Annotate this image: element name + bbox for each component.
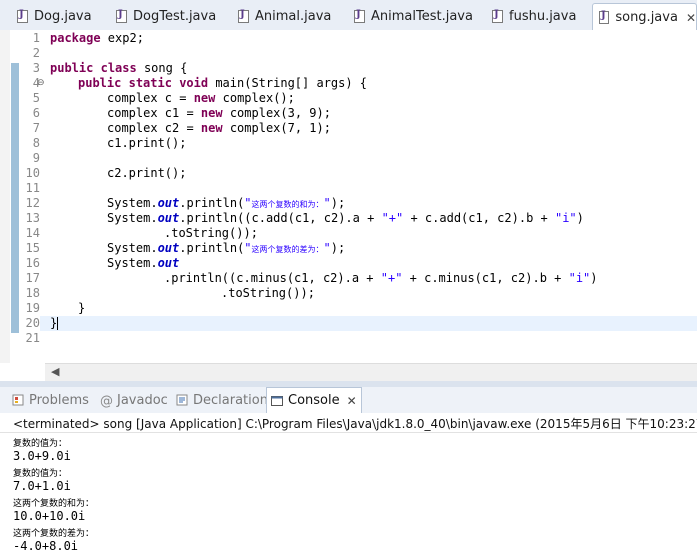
code-editor[interactable]: 1 2 3 4 5 6 7 8 9 10 11 12 13 14 15 16 1… [0, 30, 697, 363]
at-icon: @ [100, 394, 113, 409]
console-line: -4.0+8.0i [13, 539, 79, 553]
code-line: complex c1 = new complex(3, 9); [107, 106, 331, 120]
java-file-icon [599, 10, 610, 24]
code-line: public static void main(String[] args) { [78, 76, 368, 90]
line-number: 9 [32, 151, 40, 165]
tab-animal-java[interactable]: Animal.java [232, 4, 342, 29]
tab-dog-java[interactable]: Dog.java [11, 4, 103, 29]
line-number: 11 [25, 181, 40, 195]
line-number: 5 [32, 91, 40, 105]
console-line: 复数的值为： [13, 439, 68, 449]
code-line: c2.print(); [107, 166, 187, 180]
code-line: c1.print(); [107, 136, 187, 150]
editor-horizontal-scrollbar[interactable]: ◀ [45, 363, 697, 381]
editor-tab-bar: Dog.java DogTest.java Animal.java Animal… [0, 0, 697, 31]
line-number: 1 [32, 31, 40, 45]
tab-fushu-java[interactable]: fushu.java [486, 4, 586, 29]
line-number: 10 [25, 166, 40, 180]
java-file-icon [238, 9, 249, 23]
scroll-left-icon[interactable]: ◀ [51, 365, 59, 378]
panel-tab-bar: Problems @ Javadoc Declaration Console ✕ [0, 387, 697, 414]
declaration-icon [176, 394, 188, 406]
tab-console[interactable]: Console ✕ [266, 387, 362, 413]
line-number: 15 [25, 241, 40, 255]
java-file-icon [116, 9, 127, 23]
code-line: public class song { [50, 61, 188, 75]
tab-animaltest-java[interactable]: AnimalTest.java [348, 4, 483, 29]
code-line: System.out.println((c.add(c1, c2).a + "+… [107, 211, 584, 225]
code-line: } [50, 316, 59, 330]
code-line: complex c2 = new complex(7, 1); [107, 121, 331, 135]
code-line: .println((c.minus(c1, c2).a + "+" + c.mi… [164, 271, 598, 285]
code-line: } [78, 301, 86, 315]
console-line: 3.0+9.0i [13, 449, 71, 463]
change-marker [11, 63, 19, 333]
tab-label: AnimalTest.java [371, 9, 473, 24]
line-number: 8 [32, 136, 40, 150]
line-number: 18 [25, 286, 40, 300]
tab-label: Declaration [193, 392, 268, 408]
java-file-icon [492, 9, 503, 23]
console-icon [271, 395, 283, 407]
console-line: 这两个复数的差为： [13, 529, 95, 539]
line-number: 6 [32, 106, 40, 120]
console-line: 这两个复数的和为： [13, 499, 95, 509]
code-line: .toString()); [164, 226, 258, 240]
tab-label: Problems [29, 392, 89, 408]
fold-collapse-icon[interactable]: ⊖ [37, 78, 45, 88]
line-number: 21 [25, 331, 40, 345]
close-icon[interactable]: ✕ [347, 394, 357, 408]
console-line: 7.0+1.0i [13, 479, 71, 493]
java-file-icon [354, 9, 365, 23]
tab-song-java[interactable]: song.java ✕ [592, 3, 697, 31]
console-line: 10.0+10.0i [13, 509, 86, 523]
tab-label: Animal.java [255, 9, 332, 24]
line-number: 13 [25, 211, 40, 225]
line-number: 7 [32, 121, 40, 135]
tab-javadoc[interactable]: @ Javadoc [100, 387, 168, 413]
tab-dogtest-java[interactable]: DogTest.java [110, 4, 235, 29]
tab-label: DogTest.java [133, 9, 217, 24]
tab-label: Javadoc [117, 392, 168, 408]
line-number: 19 [25, 301, 40, 315]
console-view[interactable]: <terminated> song [Java Application] C:\… [0, 413, 697, 560]
current-line-highlight [40, 316, 697, 331]
tab-problems[interactable]: Problems [12, 387, 89, 413]
line-number: 12 [25, 196, 40, 210]
close-icon[interactable]: ✕ [686, 11, 696, 25]
tab-label: song.java [615, 10, 678, 25]
code-line: System.out.println("这两个复数的和为："); [107, 196, 346, 210]
java-file-icon [17, 9, 28, 23]
line-number: 17 [25, 271, 40, 285]
line-number: 2 [32, 46, 40, 60]
line-number: 16 [25, 256, 40, 270]
overview-ruler [0, 30, 10, 363]
code-line: System.out [107, 256, 180, 270]
line-number: 20 [25, 316, 40, 330]
line-number: 14 [25, 226, 40, 240]
code-line: .toString()); [221, 286, 315, 300]
tab-label: Console [288, 393, 340, 408]
tab-label: Dog.java [34, 9, 92, 24]
tab-declaration[interactable]: Declaration [176, 387, 268, 413]
tab-label: fushu.java [509, 9, 577, 24]
console-divider [0, 432, 697, 433]
line-number: 3 [32, 61, 40, 75]
problems-icon [12, 394, 24, 406]
code-line: package exp2; [50, 31, 144, 45]
console-line: 复数的值为： [13, 469, 68, 479]
code-line: System.out.println("这两个复数的差为："); [107, 241, 346, 255]
code-line: complex c = new complex(); [107, 91, 295, 105]
console-status: <terminated> song [Java Application] C:\… [13, 417, 697, 431]
text-caret [57, 317, 59, 330]
